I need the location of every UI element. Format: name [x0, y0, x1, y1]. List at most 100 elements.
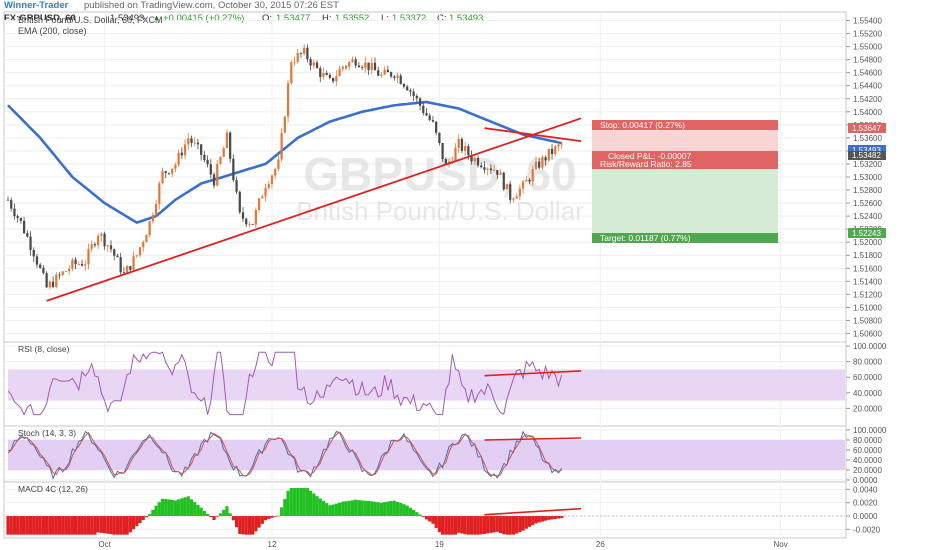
candle-body	[435, 121, 438, 133]
macd-bar	[447, 516, 451, 535]
rsi-y-tick-label: 80.0000	[853, 358, 882, 367]
macd-bar	[344, 501, 348, 516]
macd-bar	[360, 500, 364, 516]
macd-bar	[511, 516, 516, 535]
candle-body	[264, 187, 267, 197]
candle-body	[93, 244, 97, 246]
candle-body	[219, 156, 222, 164]
candle-body	[306, 47, 309, 60]
macd-bar	[102, 516, 107, 534]
candle-body	[422, 105, 425, 114]
candle-body	[51, 281, 55, 287]
macd-bar	[28, 516, 33, 535]
macd-bar	[254, 516, 258, 532]
macd-bar	[109, 516, 113, 535]
macd-bar	[57, 516, 62, 535]
candle-body	[296, 52, 299, 63]
candle-body	[125, 266, 129, 273]
rsi-band	[8, 369, 845, 401]
macd-bar	[540, 516, 544, 522]
candle-body	[32, 249, 35, 257]
candle-body	[383, 69, 386, 75]
macd-bar	[160, 498, 165, 516]
candle-body	[544, 157, 547, 161]
candle-body	[97, 235, 100, 246]
macd-bar	[412, 509, 416, 516]
macd-bar	[289, 488, 293, 516]
trendline-2[interactable]	[484, 127, 582, 143]
macd-bar	[321, 500, 326, 516]
candle-body	[109, 245, 113, 250]
macd-y-tick-label: -0.0020	[853, 525, 881, 534]
macd-bar	[80, 516, 84, 535]
candle-body	[251, 223, 254, 225]
macd-bar	[267, 516, 271, 519]
macd-bar	[222, 509, 226, 516]
candle-body	[225, 132, 229, 149]
price-y-tick-label: 1.55400	[853, 17, 882, 26]
macd-bar	[77, 516, 81, 535]
candle-body	[164, 171, 167, 173]
publisher-link[interactable]: Winner-Trader	[4, 0, 69, 11]
macd-bar	[180, 498, 184, 516]
macd-bar	[96, 516, 100, 533]
price-y-tick-label: 1.51600	[853, 264, 882, 273]
macd-bar	[41, 516, 46, 535]
stoch-y-tick-label: 20.0000	[853, 466, 882, 475]
candle-body	[148, 221, 151, 236]
candle-body	[341, 66, 344, 69]
candle-body	[68, 268, 71, 272]
macd-bar	[405, 505, 409, 516]
macd-divergence-line[interactable]	[484, 507, 582, 516]
candle-body	[132, 256, 135, 270]
price-change: +0.00415 (+0.27%)	[163, 13, 244, 24]
trade-position[interactable]: Stop: 0.00417 (0.27%) Closed P&L: -0.000…	[592, 120, 778, 243]
macd-y-tick-label: 0.0020	[853, 499, 878, 508]
stoch-y-tick-label: 100.0000	[853, 426, 887, 435]
candle-body	[489, 168, 493, 171]
macd-bar	[231, 516, 235, 521]
macd-bar	[527, 516, 532, 527]
macd-bar	[357, 500, 361, 516]
candle-body	[290, 62, 293, 84]
macd-bar	[135, 516, 139, 527]
macd-bar	[469, 516, 474, 535]
macd-bar	[292, 488, 297, 516]
candle-body	[193, 142, 196, 144]
macd-bar	[524, 516, 528, 529]
macd-bar	[106, 516, 110, 534]
price-y-tick-label: 1.54200	[853, 95, 882, 104]
candle-body	[357, 65, 361, 68]
candle-body	[541, 157, 544, 168]
macd-bar	[325, 503, 329, 516]
candle-body	[335, 76, 338, 82]
macd-bar	[392, 500, 396, 516]
macd-bar	[90, 516, 94, 535]
candle-body	[425, 113, 428, 116]
macd-bar	[302, 488, 306, 516]
candle-body	[473, 158, 476, 162]
price-y-tick-label: 1.52800	[853, 186, 882, 195]
price-y-tick-label: 1.52600	[853, 199, 882, 208]
macd-bar	[199, 507, 203, 516]
macd-bar	[225, 506, 229, 516]
macd-bar	[25, 516, 29, 535]
macd-bar	[408, 507, 413, 516]
trading-chart: Winner-Trader published on TradingView.c…	[3, 0, 887, 549]
macd-bar	[379, 502, 384, 516]
candle-body	[512, 198, 515, 200]
instrument-legend: British Pound/U.S. Dollar, 60, FXCM	[18, 15, 163, 25]
macd-bar	[482, 516, 487, 534]
candle-body	[312, 62, 315, 66]
macd-bar	[460, 516, 464, 534]
macd-bar	[12, 516, 17, 535]
candle-body	[241, 212, 245, 219]
candle-body	[364, 62, 367, 68]
candle-body	[457, 138, 460, 148]
macd-bar	[547, 516, 551, 520]
macd-bar	[428, 516, 432, 522]
candle-body	[373, 62, 377, 71]
macd-bar	[234, 516, 239, 528]
candle-body	[257, 198, 261, 211]
candle-body	[87, 248, 90, 265]
